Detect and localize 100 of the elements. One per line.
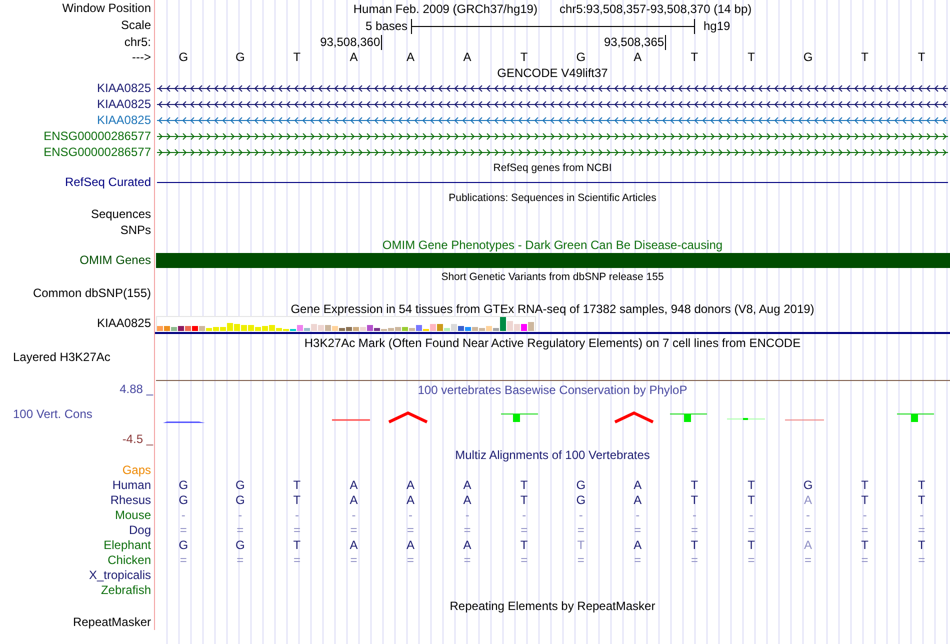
aligned-base: = — [464, 553, 471, 568]
aligned-base: = — [407, 553, 414, 568]
aligned-base: G — [236, 493, 245, 508]
track-label: Window Position — [62, 1, 151, 16]
track-label: ENSG00000286577 — [44, 128, 151, 144]
aligned-base: - — [522, 508, 526, 523]
track-title: Publications: Sequences in Scientific Articles — [448, 191, 656, 205]
base-letter: A — [350, 50, 358, 65]
track-label: 100 Vert. Cons — [13, 407, 92, 422]
track-label: Scale — [120, 18, 151, 33]
aligned-base: = — [293, 553, 300, 568]
aligned-base: = — [918, 523, 926, 538]
track-title: Gene Expression in 54 tissues from GTEx RNA-seq of 17382 samples, 948 donors (V8, Aug 2019) — [290, 302, 814, 316]
aligned-base: - — [578, 508, 583, 523]
aligned-base: T — [520, 493, 528, 508]
aligned-base: T — [520, 478, 528, 493]
aligned-base: T — [690, 478, 698, 493]
aligned-base: - — [749, 508, 754, 523]
aligned-base: T — [577, 538, 585, 553]
track-label: Mouse — [114, 508, 151, 523]
track-title: Multiz Alignments of 100 Vertebrates — [455, 448, 650, 462]
aligned-base: A — [406, 493, 415, 508]
track-title: RefSeq genes from NCBI — [493, 160, 612, 174]
aligned-base: = — [520, 523, 528, 538]
track-title: H3K27Ac Mark (Often Found Near Active Regulatory Elements) on 7 cell lines from ENCODE — [304, 336, 801, 350]
aligned-base: - — [408, 508, 413, 523]
base-letter: G — [803, 50, 813, 65]
track-label: KIAA0825 — [96, 112, 151, 128]
aligned-base: G — [576, 478, 586, 493]
track-label: Rhesus — [110, 493, 151, 508]
aligned-base: = — [350, 523, 358, 538]
aligned-base: = — [577, 553, 584, 568]
aligned-base: T — [690, 538, 698, 553]
track-label: RepeatMasker — [72, 614, 151, 630]
aligned-base: = — [804, 523, 812, 538]
assembly-name: Human Feb. 2009 (GRCh37/hg19) — [353, 0, 538, 18]
aligned-base: T — [748, 478, 755, 493]
ruler-tick-label: 93,508,360 — [320, 34, 382, 50]
aligned-base: = — [293, 523, 300, 538]
axis-max-label: 4.88 _ — [120, 382, 153, 397]
track-label: Gaps — [122, 463, 151, 478]
aligned-base: A — [463, 478, 472, 493]
aligned-base: A — [350, 493, 358, 508]
base-letter: T — [690, 50, 698, 65]
track-label: KIAA0825 — [96, 96, 151, 112]
track-title: Short Genetic Variants from dbSNP release 155 — [441, 270, 664, 284]
aligned-base: = — [180, 523, 187, 538]
base-letter: G — [576, 50, 586, 65]
track-label: Layered H3K27Ac — [13, 350, 110, 365]
base-letter: T — [861, 50, 868, 65]
track-label: KIAA0825 — [96, 316, 151, 331]
aligned-base: = — [918, 553, 926, 568]
aligned-base: T — [748, 493, 755, 508]
aligned-base: A — [463, 493, 472, 508]
aligned-base: G — [576, 493, 586, 508]
aligned-base: T — [861, 478, 868, 493]
base-letter: T — [748, 50, 755, 65]
aligned-base: G — [236, 478, 245, 493]
aligned-base: A — [406, 538, 415, 553]
aligned-base: A — [804, 493, 812, 508]
aligned-base: G — [236, 538, 245, 553]
aligned-base: T — [520, 538, 528, 553]
track-title: Repeating Elements by RepeatMasker — [450, 599, 656, 613]
aligned-base: A — [350, 478, 358, 493]
aligned-base: A — [634, 493, 642, 508]
aligned-base: = — [634, 553, 642, 568]
database-name: hg19 — [704, 18, 730, 35]
aligned-base: - — [352, 508, 356, 523]
aligned-base: - — [294, 508, 299, 523]
aligned-base: = — [861, 523, 868, 538]
aligned-base: T — [918, 538, 926, 553]
aligned-base: T — [918, 493, 926, 508]
aligned-base: = — [748, 553, 755, 568]
aligned-base: - — [920, 508, 924, 523]
base-letter: T — [520, 50, 528, 65]
aligned-base: = — [520, 553, 528, 568]
aligned-base: A — [406, 478, 415, 493]
track-label: Zebrafish — [100, 583, 151, 598]
aligned-base: = — [804, 553, 812, 568]
track-label: chr5: — [124, 34, 151, 50]
base-letter: G — [236, 50, 245, 65]
base-letter: G — [178, 50, 188, 65]
aligned-base: A — [804, 538, 812, 553]
aligned-base: T — [748, 538, 755, 553]
aligned-base: - — [181, 508, 186, 523]
base-letter: T — [918, 50, 926, 65]
track-label: X_tropicalis — [88, 568, 151, 583]
aligned-base: T — [293, 493, 301, 508]
aligned-base: T — [293, 538, 301, 553]
base-letter: A — [406, 50, 415, 65]
track-label: Sequences — [90, 206, 151, 222]
aligned-base: = — [350, 553, 358, 568]
ruler-tick-label: 93,508,365 — [604, 34, 666, 50]
aligned-base: = — [180, 553, 187, 568]
track-label: OMIM Genes — [80, 253, 151, 268]
aligned-base: T — [293, 478, 301, 493]
base-letter: T — [293, 50, 301, 65]
aligned-base: T — [861, 538, 868, 553]
aligned-base: = — [748, 523, 755, 538]
track-label: ENSG00000286577 — [44, 144, 151, 160]
